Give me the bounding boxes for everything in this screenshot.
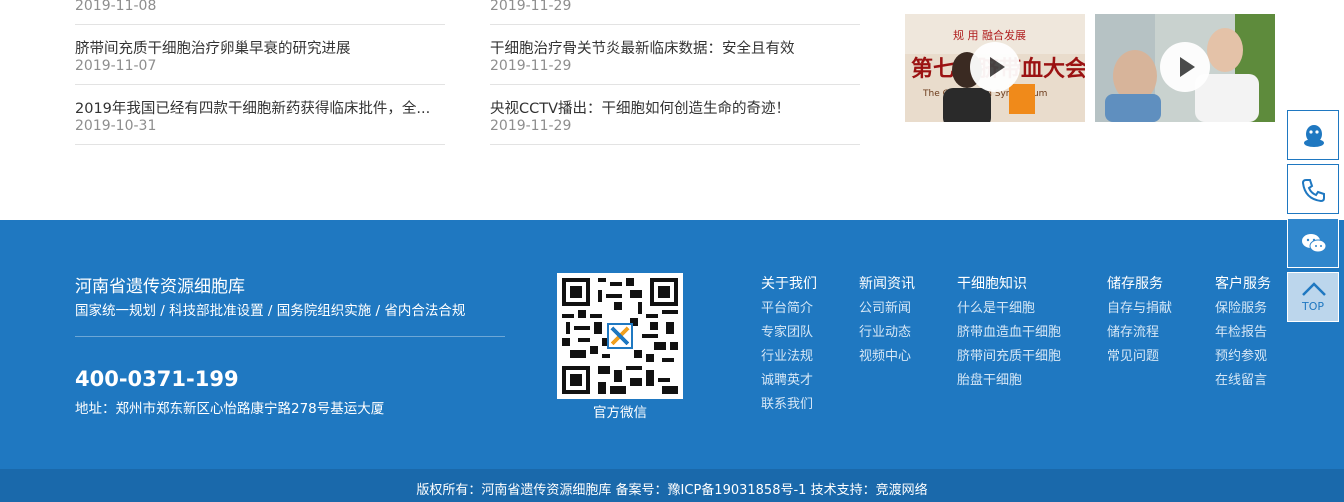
site-footer: 河南省遗传资源细胞库 国家统一规划 / 科技部批准设置 / 国务院组织实施 / … [0,220,1344,469]
footer-nav-service: 客户服务 保险服务 年检报告 预约参观 在线留言 [1215,273,1271,397]
list-item[interactable]: 脐带间充质干细胞治疗卵巢早衰的研究进展 2019-11-07 [75,25,445,85]
nav-link[interactable]: 诚聘英才 [761,373,817,397]
divider [75,336,505,337]
list-item[interactable]: 干细胞治疗骨关节炎最新临床数据：安全且有效 2019-11-29 [490,25,860,85]
qq-icon [1304,125,1324,147]
nav-heading[interactable]: 新闻资讯 [859,273,915,293]
footer-slogan: 国家统一规划 / 科技部批准设置 / 国务院组织实施 / 省内合法合规 [75,303,466,319]
nav-link[interactable]: 在线留言 [1215,373,1271,397]
nav-link[interactable]: 自存与捐献 [1107,301,1172,325]
list-item[interactable]: 2019-11-29 [490,0,860,25]
phone-icon [1301,179,1325,203]
news-date: 2019-11-29 [490,118,572,134]
back-to-top-icon [1302,282,1326,296]
footer-address: 地址：郑州市郑东新区心怡路康宁路278号基运大厦 [75,401,385,417]
nav-link[interactable]: 公司新闻 [859,301,915,325]
video-thumbnail[interactable]: 规 用 融合发展 第七届脐带血大会 The Cord Blood Symposi… [905,14,1085,122]
nav-link[interactable]: 视频中心 [859,349,915,373]
qr-caption: 官方微信 [593,405,647,421]
copyright-text: 版权所有：河南省遗传资源细胞库 备案号：豫ICP备19031858号-1 技术支… [416,483,928,498]
nav-link[interactable]: 行业法规 [761,349,817,373]
nav-link[interactable]: 行业动态 [859,325,915,349]
nav-link[interactable]: 预约参观 [1215,349,1271,373]
news-date: 2019-11-29 [490,58,572,74]
nav-link[interactable]: 联系我们 [761,397,817,421]
nav-link[interactable]: 专家团队 [761,325,817,349]
footer-nav-storage: 储存服务 自存与捐献 储存流程 常见问题 [1107,273,1172,373]
nav-heading[interactable]: 关于我们 [761,273,817,293]
nav-link[interactable]: 什么是干细胞 [957,301,1061,325]
nav-link[interactable]: 胎盘干细胞 [957,373,1061,397]
nav-heading[interactable]: 储存服务 [1107,273,1172,293]
news-title[interactable]: 脐带间充质干细胞治疗卵巢早衰的研究进展 [75,37,445,58]
nav-link[interactable]: 脐带血造血干细胞 [957,325,1061,349]
news-title[interactable]: 2019年我国已经有四款干细胞新药获得临床批件，全... [75,97,445,118]
nav-link[interactable]: 常见问题 [1107,349,1172,373]
top-label: TOP [1301,300,1324,313]
play-icon[interactable] [1160,42,1210,92]
footer-nav-news: 新闻资讯 公司新闻 行业动态 视频中心 [859,273,915,373]
back-to-top-button[interactable]: TOP [1287,272,1339,322]
nav-heading[interactable]: 客户服务 [1215,273,1271,293]
nav-link[interactable]: 保险服务 [1215,301,1271,325]
svg-text:规 用 融合发展: 规 用 融合发展 [953,28,1026,42]
wechat-icon [1302,234,1327,253]
footer-title: 河南省遗传资源细胞库 [75,277,245,297]
play-icon[interactable] [970,42,1020,92]
list-item[interactable]: 2019-11-08 [75,0,445,25]
wechat-button[interactable] [1287,218,1339,268]
news-title[interactable]: 央视CCTV播出：干细胞如何创造生命的奇迹！ [490,97,860,118]
nav-link[interactable]: 年检报告 [1215,325,1271,349]
phone-button[interactable] [1287,164,1339,214]
qq-button[interactable] [1287,110,1339,160]
list-item[interactable]: 2019年我国已经有四款干细胞新药获得临床批件，全... 2019-10-31 [75,85,445,145]
nav-link[interactable]: 储存流程 [1107,325,1172,349]
news-title[interactable]: 干细胞治疗骨关节炎最新临床数据：安全且有效 [490,37,860,58]
footer-phone: 400-0371-199 [75,367,239,391]
page: 2019-11-08 脐带间充质干细胞治疗卵巢早衰的研究进展 2019-11-0… [0,0,1344,502]
footer-nav-about: 关于我们 平台简介 专家团队 行业法规 诚聘英才 联系我们 [761,273,817,421]
nav-link[interactable]: 脐带间充质干细胞 [957,349,1061,373]
news-date: 2019-10-31 [75,118,157,134]
news-date: 2019-11-29 [490,0,572,14]
copyright-bar: 版权所有：河南省遗传资源细胞库 备案号：豫ICP备19031858号-1 技术支… [0,469,1344,502]
news-date: 2019-11-08 [75,0,157,14]
wechat-qr-code [557,273,683,399]
footer-nav-knowledge: 干细胞知识 什么是干细胞 脐带血造血干细胞 脐带间充质干细胞 胎盘干细胞 [957,273,1061,397]
list-item[interactable]: 央视CCTV播出：干细胞如何创造生命的奇迹！ 2019-11-29 [490,85,860,145]
qr-code-image [562,278,678,394]
nav-heading[interactable]: 干细胞知识 [957,273,1061,293]
news-date: 2019-11-07 [75,58,157,74]
nav-link[interactable]: 平台简介 [761,301,817,325]
video-thumbnail[interactable] [1095,14,1275,122]
